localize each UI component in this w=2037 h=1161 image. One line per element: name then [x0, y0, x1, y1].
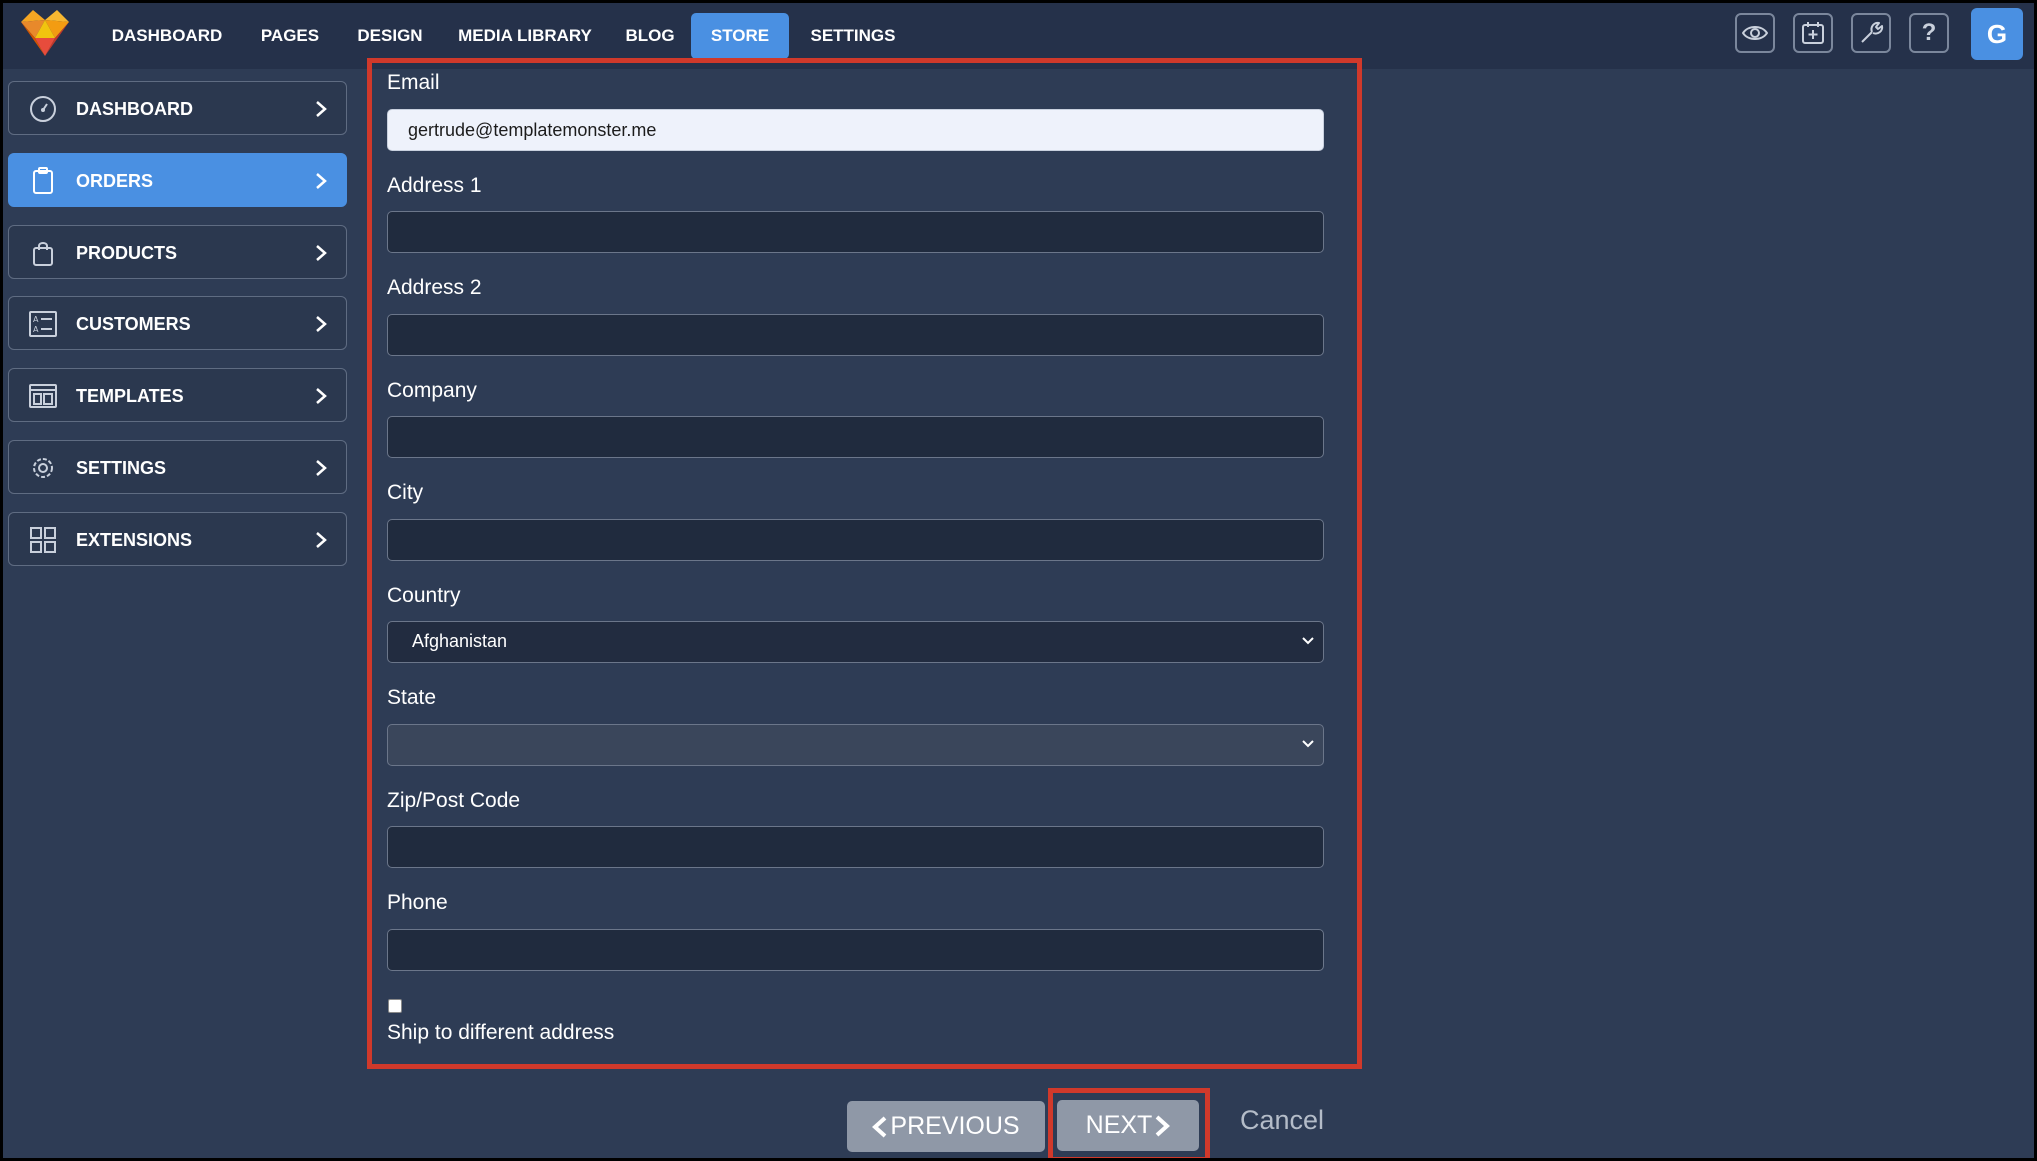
chevron-left-icon: [872, 1116, 887, 1137]
nav-store[interactable]: STORE: [691, 13, 789, 59]
phone-field[interactable]: [387, 929, 1324, 971]
nav-pages[interactable]: PAGES: [251, 13, 329, 59]
svg-text:A: A: [33, 315, 39, 324]
city-label: City: [387, 481, 424, 504]
sidebar-item-templates[interactable]: TEMPLATES: [8, 368, 347, 422]
app-window: DASHBOARD PAGES DESIGN MEDIA LIBRARY BLO…: [3, 3, 2034, 1158]
clipboard-icon: [33, 167, 53, 194]
sidebar-item-orders[interactable]: ORDERS: [8, 153, 347, 207]
sidebar-item-settings[interactable]: SETTINGS: [8, 440, 347, 494]
email-field[interactable]: [387, 109, 1324, 151]
chevron-right-icon: [1156, 1115, 1171, 1136]
gear-icon: [33, 458, 53, 478]
ship-different-checkbox[interactable]: [388, 999, 402, 1013]
billing-form-highlight: [367, 58, 1362, 1069]
nav-settings[interactable]: SETTINGS: [803, 13, 903, 59]
chevron-right-icon: [316, 173, 327, 189]
template-layout-icon: [29, 384, 57, 408]
nav-media-library[interactable]: MEDIA LIBRARY: [456, 13, 594, 59]
chevron-right-icon: [316, 388, 327, 404]
sidebar-item-label: EXTENSIONS: [76, 530, 193, 550]
address1-field[interactable]: [387, 211, 1324, 253]
user-avatar[interactable]: G: [1971, 8, 2023, 60]
wrench-icon: [1861, 21, 1884, 43]
chevron-right-icon: [316, 460, 327, 476]
zip-label: Zip/Post Code: [387, 789, 521, 812]
company-field[interactable]: [387, 416, 1324, 458]
nav-dashboard[interactable]: DASHBOARD: [107, 13, 227, 59]
shopping-bag-icon: [33, 242, 53, 266]
phone-label: Phone: [387, 891, 448, 914]
address2-label: Address 2: [387, 276, 482, 299]
next-button[interactable]: NEXT: [1057, 1100, 1199, 1151]
next-button-label: NEXT: [1085, 1111, 1153, 1139]
country-label: Country: [387, 584, 461, 607]
state-label: State: [387, 686, 437, 709]
chevron-down-icon: [1302, 637, 1314, 645]
sidebar-item-label: CUSTOMERS: [76, 314, 191, 334]
state-select[interactable]: [387, 724, 1324, 766]
chevron-right-icon: [316, 532, 327, 548]
add-page-button[interactable]: [1793, 13, 1833, 53]
chevron-right-icon: [316, 245, 327, 261]
question-mark-icon: ?: [1921, 19, 1937, 46]
address2-field[interactable]: [387, 314, 1324, 356]
sidebar-item-extensions[interactable]: EXTENSIONS: [8, 512, 347, 566]
sidebar-item-label: PRODUCTS: [76, 243, 178, 263]
city-field[interactable]: [387, 519, 1324, 561]
sidebar-item-label: TEMPLATES: [76, 386, 184, 406]
sidebar-item-products[interactable]: PRODUCTS: [8, 225, 347, 279]
sidebar-item-label: DASHBOARD: [76, 99, 193, 119]
gauge-icon: [30, 96, 56, 122]
cancel-link[interactable]: Cancel: [1240, 1105, 1324, 1136]
chevron-right-icon: [316, 316, 327, 332]
chevron-down-icon: [1302, 740, 1314, 748]
sidebar-item-label: ORDERS: [76, 171, 154, 191]
previous-button-label: PREVIOUS: [890, 1112, 1020, 1140]
previous-button[interactable]: PREVIOUS: [847, 1101, 1045, 1152]
zip-field[interactable]: [387, 826, 1324, 868]
svg-text:A: A: [33, 325, 39, 334]
email-label: Email: [387, 71, 440, 94]
tools-button[interactable]: [1851, 13, 1891, 53]
sidebar-item-dashboard[interactable]: DASHBOARD: [8, 81, 347, 135]
eye-icon: [1742, 26, 1768, 40]
ship-different-label: Ship to different address: [387, 1021, 615, 1044]
company-label: Company: [387, 379, 477, 402]
contacts-card-icon: A A: [29, 311, 57, 337]
country-select[interactable]: Afghanistan: [387, 621, 1324, 663]
nav-blog[interactable]: BLOG: [618, 13, 682, 59]
preview-button[interactable]: [1735, 13, 1775, 53]
address1-label: Address 1: [387, 174, 482, 197]
sidebar-item-label: SETTINGS: [76, 458, 167, 478]
chevron-right-icon: [316, 101, 327, 117]
sidebar-item-customers[interactable]: A A CUSTOMERS: [8, 296, 347, 350]
help-button[interactable]: ?: [1909, 13, 1949, 53]
calendar-plus-icon: [1802, 22, 1824, 44]
grid-blocks-icon: [30, 527, 56, 553]
app-logo-icon: [21, 10, 69, 56]
nav-design[interactable]: DESIGN: [348, 13, 432, 59]
country-selected-value: Afghanistan: [412, 631, 508, 651]
